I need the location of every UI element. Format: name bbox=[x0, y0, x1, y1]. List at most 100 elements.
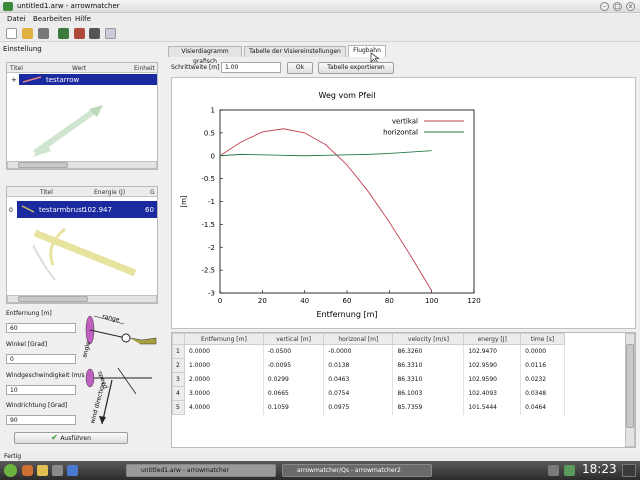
tools-icon[interactable] bbox=[89, 28, 100, 39]
x-tick-label: 60 bbox=[343, 297, 352, 305]
terminal-icon[interactable] bbox=[52, 465, 63, 476]
export-table-button[interactable]: Tabelle exportieren bbox=[318, 62, 394, 74]
maximize-icon[interactable]: □ bbox=[613, 2, 622, 11]
run-button-label: Ausführen bbox=[60, 435, 91, 442]
arrow-row-selected[interactable]: testarrow bbox=[19, 74, 157, 85]
scroll-thumb[interactable] bbox=[18, 162, 68, 168]
task-arrowmatcher[interactable]: untitled1.arw - arrowmatcher bbox=[126, 464, 276, 477]
scroll-thumb[interactable] bbox=[18, 296, 88, 302]
table-row[interactable]: 5 4.0000 0.1059 0.0975 85.7359 101.5444 0.0464 bbox=[172, 400, 565, 415]
row-number: 1 bbox=[172, 344, 185, 359]
windrichtung-input[interactable]: 90 bbox=[6, 415, 76, 425]
tab-visierdiagramm[interactable]: Visierdiagramm grafisch bbox=[168, 46, 242, 65]
tab-flugbahn[interactable]: Flugbahn bbox=[348, 45, 386, 57]
trajectory-chart: Weg vom Pfeil 0 20 40 60 80 100 120 1 0.5 0 -0.5 -1 -… bbox=[180, 91, 481, 319]
expand-icon[interactable]: + bbox=[11, 76, 17, 84]
status-text: Fertig bbox=[4, 453, 22, 460]
edit-arrow-icon[interactable] bbox=[74, 28, 85, 39]
x-tick-label: 80 bbox=[385, 297, 394, 305]
row-number: 3 bbox=[172, 372, 185, 387]
checkmark-icon: ✔ bbox=[51, 433, 61, 442]
bow-energy: 102.947 bbox=[83, 206, 112, 214]
table-row[interactable]: 4 3.0000 0.0665 0.0754 86.1003 102.4093 0.0348 bbox=[172, 386, 565, 401]
wind-diagram: speed wind direction bbox=[85, 367, 152, 425]
table-header[interactable]: velocity [m/s] bbox=[392, 333, 465, 345]
open-folder-icon[interactable] bbox=[22, 28, 33, 39]
files-icon[interactable] bbox=[37, 465, 48, 476]
table-cell: 102.9590 bbox=[463, 372, 522, 387]
bow-extra: 60 bbox=[145, 206, 154, 214]
legend-label-horizontal: horizontal bbox=[383, 129, 418, 137]
scroll-thumb[interactable] bbox=[626, 344, 634, 428]
firefox-icon[interactable] bbox=[22, 465, 33, 476]
volume-icon[interactable] bbox=[564, 465, 575, 476]
table-cell: 0.0000 bbox=[184, 344, 264, 359]
save-icon[interactable] bbox=[38, 28, 49, 39]
close-icon[interactable]: x bbox=[626, 2, 635, 11]
toolbar bbox=[0, 26, 640, 42]
bow-table: Titel Energie (J) G 0 testarmbrust 102.9… bbox=[6, 186, 158, 304]
tray-icon[interactable] bbox=[548, 465, 559, 476]
export-icon[interactable] bbox=[58, 28, 69, 39]
y-tick-label: 1 bbox=[211, 107, 215, 115]
menu-bar: Datei Bearbeiten Hilfe bbox=[0, 14, 640, 25]
x-tick-label: 120 bbox=[467, 297, 480, 305]
clock: 18:23 bbox=[582, 462, 617, 476]
entfernung-input[interactable]: 60 bbox=[6, 323, 76, 333]
table-header[interactable]: Entfernung [m] bbox=[184, 333, 264, 345]
table-cell: 0.0348 bbox=[520, 386, 565, 401]
table-row[interactable]: 3 2.0000 0.0299 0.0463 86.3310 102.9590 0.0232 bbox=[172, 372, 565, 387]
table-cell: 2.0000 bbox=[184, 372, 264, 387]
table-row[interactable]: 2 1.0000 -0.0095 0.0138 86.3310 102.9590 0.011… bbox=[172, 358, 565, 373]
winkel-input[interactable]: 0 bbox=[6, 354, 76, 364]
menu-bearbeiten[interactable]: Bearbeiten bbox=[33, 15, 71, 23]
bow-table-hscroll[interactable] bbox=[7, 295, 157, 303]
step-input[interactable]: 1.00 bbox=[221, 62, 281, 73]
table-cell: 0.0000 bbox=[520, 344, 565, 359]
table-cell: 102.4093 bbox=[463, 386, 522, 401]
arrow-table: Titel Wert Einheit + testarrow bbox=[6, 62, 158, 170]
table-cell: 0.0299 bbox=[263, 372, 325, 387]
menu-datei[interactable]: Datei bbox=[7, 15, 26, 23]
settings-title: Einstellung bbox=[3, 45, 42, 53]
new-file-icon[interactable] bbox=[6, 28, 17, 39]
tab-tabelle-visier[interactable]: Tabelle der Visiereinstellungen bbox=[244, 46, 346, 57]
run-button[interactable]: ✔ Ausführen bbox=[14, 432, 128, 444]
windspeed-input[interactable]: 10 bbox=[6, 385, 76, 395]
start-menu-icon[interactable] bbox=[4, 464, 17, 477]
y-tick-label: -0.5 bbox=[201, 175, 215, 183]
minimize-icon[interactable]: – bbox=[600, 2, 609, 11]
title-bar: untitled1.arw - arrowmatcher – □ x bbox=[0, 0, 640, 13]
arrow-thumb-icon bbox=[22, 76, 42, 83]
table-cell: 102.9470 bbox=[463, 344, 522, 359]
table-header[interactable]: horizonal [m] bbox=[323, 333, 394, 345]
table-row[interactable]: 1 0.0000 -0.0500 -0.0000 86.3260 102.9470 0.00… bbox=[172, 344, 565, 359]
plot-frame bbox=[219, 109, 475, 294]
table-cell: 0.0232 bbox=[520, 372, 565, 387]
y-tick-label: -2.5 bbox=[201, 267, 215, 275]
col-energie: Energie (J) bbox=[94, 189, 126, 196]
corner-header bbox=[172, 333, 185, 345]
y-tick-label: -1.5 bbox=[201, 221, 215, 229]
table-cell: 0.0975 bbox=[323, 400, 394, 415]
bow-row-selected[interactable]: testarmbrust 102.947 60 bbox=[17, 201, 157, 218]
table-header[interactable]: energy [J] bbox=[463, 333, 522, 345]
network-icon[interactable] bbox=[67, 465, 78, 476]
table-vscroll[interactable] bbox=[625, 333, 635, 447]
table-cell: 0.0464 bbox=[520, 400, 565, 415]
show-desktop-icon[interactable] bbox=[622, 464, 636, 477]
arrow-table-hscroll[interactable] bbox=[7, 161, 157, 169]
arrow-table-header: Titel Wert Einheit bbox=[7, 63, 157, 73]
menu-hilfe[interactable]: Hilfe bbox=[75, 15, 91, 23]
table-cell: 1.0000 bbox=[184, 358, 264, 373]
table-header[interactable]: vertical [m] bbox=[262, 333, 325, 345]
ok-button[interactable]: Ok bbox=[287, 62, 313, 74]
windspeed-label: Windgeschwindigkeit (m/s bbox=[6, 372, 85, 379]
table-cell: 101.5444 bbox=[463, 400, 522, 415]
col-einheit: Einheit bbox=[134, 65, 155, 72]
y-axis-label: [m] bbox=[180, 195, 188, 208]
print-icon[interactable] bbox=[105, 28, 116, 39]
table-header[interactable]: time [s] bbox=[520, 333, 565, 345]
y-tick-label: 0.5 bbox=[204, 129, 215, 137]
task-arrowmatcher2[interactable]: arrowmatcher/Qs - arrowmatcher2 bbox=[282, 464, 432, 477]
